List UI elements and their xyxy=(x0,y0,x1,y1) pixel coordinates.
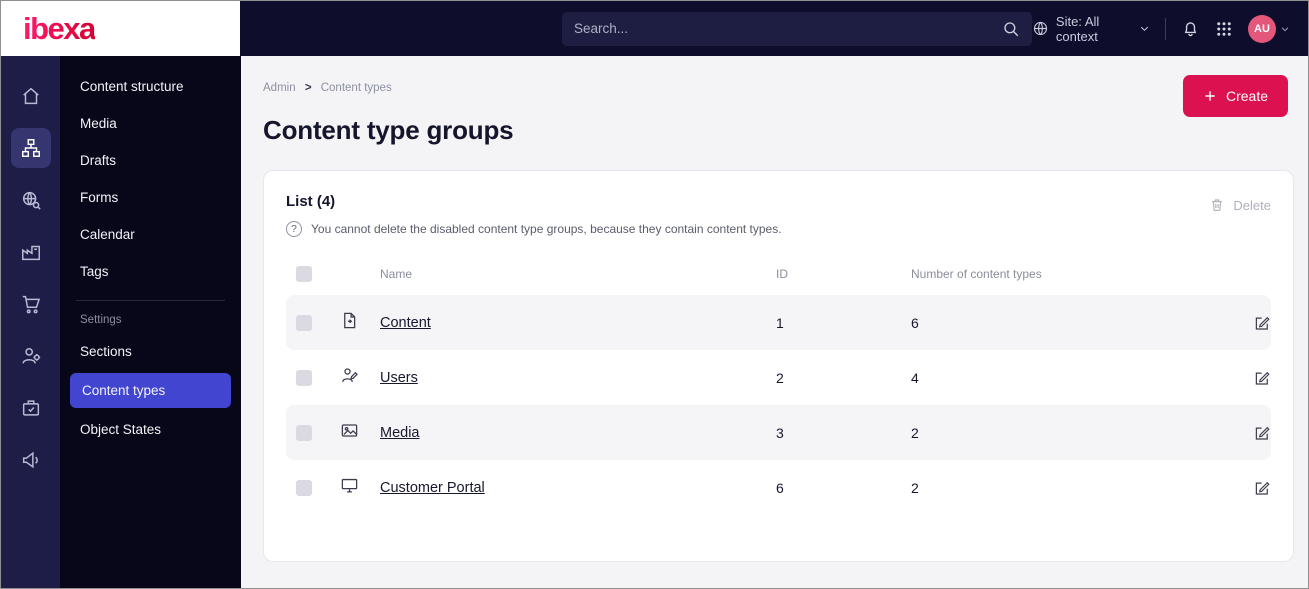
list-count-title: List (4) xyxy=(286,193,336,210)
breadcrumb: Admin > Content types xyxy=(263,82,1294,94)
trash-icon xyxy=(1209,197,1225,213)
row-checkbox[interactable] xyxy=(296,314,312,331)
edit-icon[interactable] xyxy=(1253,369,1271,387)
table-header-row: Name ID Number of content types xyxy=(286,253,1271,295)
content-type-groups-table: Name ID Number of content types Content … xyxy=(286,253,1271,515)
logo-area: ibexa xyxy=(1,1,240,56)
group-count: 2 xyxy=(911,424,919,441)
create-button[interactable]: Create xyxy=(1182,75,1288,117)
product-catalog-icon[interactable] xyxy=(11,232,51,272)
sidebar-item-content-structure[interactable]: Content structure xyxy=(60,68,241,105)
group-id: 3 xyxy=(776,424,784,441)
globe-icon xyxy=(1032,20,1049,37)
content-type-groups-card: List (4) ? You cannot delete the disable… xyxy=(263,170,1294,562)
group-link[interactable]: Media xyxy=(380,425,420,441)
delete-button[interactable]: Delete xyxy=(1209,197,1271,213)
content-structure-icon[interactable] xyxy=(10,128,51,168)
primary-nav xyxy=(1,56,60,588)
group-count: 6 xyxy=(911,314,919,331)
group-link[interactable]: Users xyxy=(380,370,418,386)
sidebar-item-media[interactable]: Media xyxy=(60,105,241,142)
avatar[interactable]: AU xyxy=(1248,14,1276,43)
table-row: Content 1 6 xyxy=(286,295,1271,350)
table-row: Media 3 2 xyxy=(286,405,1271,460)
card-header: List (4) ? You cannot delete the disable… xyxy=(286,193,1271,237)
group-id: 1 xyxy=(776,314,784,331)
sidebar-item-content-types[interactable]: Content types xyxy=(70,373,231,408)
breadcrumb-separator: > xyxy=(304,82,312,94)
commerce-cart-icon[interactable] xyxy=(11,284,51,324)
row-checkbox[interactable] xyxy=(296,479,312,496)
site-context-dropdown[interactable]: Site: All context xyxy=(1032,14,1150,44)
page-title: Content type groups xyxy=(263,115,514,145)
table-row: Users 2 4 xyxy=(286,350,1271,405)
edit-icon[interactable] xyxy=(1253,424,1271,442)
search-globe-icon[interactable] xyxy=(11,180,51,220)
edit-icon[interactable] xyxy=(1253,479,1271,497)
sidebar-item-tags[interactable]: Tags xyxy=(60,253,241,290)
create-button-label: Create xyxy=(1225,88,1268,104)
group-count: 4 xyxy=(911,369,919,386)
apps-grid-icon[interactable] xyxy=(1215,20,1233,38)
notifications-bell-icon[interactable] xyxy=(1181,19,1200,38)
secondary-nav: Content structure Media Drafts Forms Cal… xyxy=(60,56,241,588)
ibexa-logo[interactable]: ibexa xyxy=(23,11,96,47)
search-icon[interactable] xyxy=(1002,20,1020,38)
chevron-down-icon xyxy=(1139,23,1150,34)
group-id: 6 xyxy=(776,479,784,496)
row-checkbox[interactable] xyxy=(296,424,312,441)
app-body: Content structure Media Drafts Forms Cal… xyxy=(1,56,1308,588)
breadcrumb-admin[interactable]: Admin xyxy=(263,82,296,94)
row-checkbox[interactable] xyxy=(296,369,312,386)
chevron-down-icon xyxy=(1280,24,1290,34)
settings-heading: Settings xyxy=(80,314,122,326)
sidebar-item-forms[interactable]: Forms xyxy=(60,179,241,216)
user-edit-icon xyxy=(340,366,380,390)
site-context-label: Site: All context xyxy=(1055,13,1100,44)
app-window: ibexa Site: All context xyxy=(0,0,1309,589)
group-link[interactable]: Customer Portal xyxy=(380,480,485,496)
group-count: 2 xyxy=(911,479,919,496)
column-header-count: Number of content types xyxy=(911,267,1042,281)
sidebar-item-drafts[interactable]: Drafts xyxy=(60,142,241,179)
delete-button-label: Delete xyxy=(1233,197,1271,213)
column-header-name: Name xyxy=(380,267,413,281)
file-icon xyxy=(340,311,380,335)
home-icon[interactable] xyxy=(11,76,51,116)
topbar: ibexa Site: All context xyxy=(1,1,1308,56)
table-row: Customer Portal 6 2 xyxy=(286,460,1271,515)
help-text: You cannot delete the disabled content t… xyxy=(311,222,782,236)
admin-checklist-icon[interactable] xyxy=(11,388,51,428)
plus-icon xyxy=(1203,89,1217,103)
search-input[interactable] xyxy=(574,21,1002,36)
topbar-actions: Site: All context AU xyxy=(1032,14,1290,44)
marketing-megaphone-icon[interactable] xyxy=(11,440,51,480)
user-menu[interactable]: AU xyxy=(1248,14,1290,43)
breadcrumb-content-types: Content types xyxy=(320,82,392,94)
column-header-id: ID xyxy=(776,267,788,281)
sidebar-item-sections[interactable]: Sections xyxy=(60,333,241,370)
image-icon xyxy=(340,421,380,445)
edit-icon[interactable] xyxy=(1253,314,1271,332)
help-row: ? You cannot delete the disabled content… xyxy=(286,221,782,237)
group-link[interactable]: Content xyxy=(380,315,431,331)
global-search[interactable] xyxy=(562,11,1032,46)
sidebar-item-object-states[interactable]: Object States xyxy=(60,411,241,448)
group-id: 2 xyxy=(776,369,784,386)
monitor-icon xyxy=(340,476,380,500)
topbar-main: Site: All context AU xyxy=(240,1,1308,56)
help-icon: ? xyxy=(286,221,302,237)
personalization-icon[interactable] xyxy=(11,336,51,376)
main-content: Admin > Content types Create Content typ… xyxy=(241,56,1308,588)
topbar-divider xyxy=(1165,17,1166,40)
menu-divider xyxy=(76,300,225,301)
select-all-checkbox[interactable] xyxy=(296,266,312,282)
sidebar-item-calendar[interactable]: Calendar xyxy=(60,216,241,253)
